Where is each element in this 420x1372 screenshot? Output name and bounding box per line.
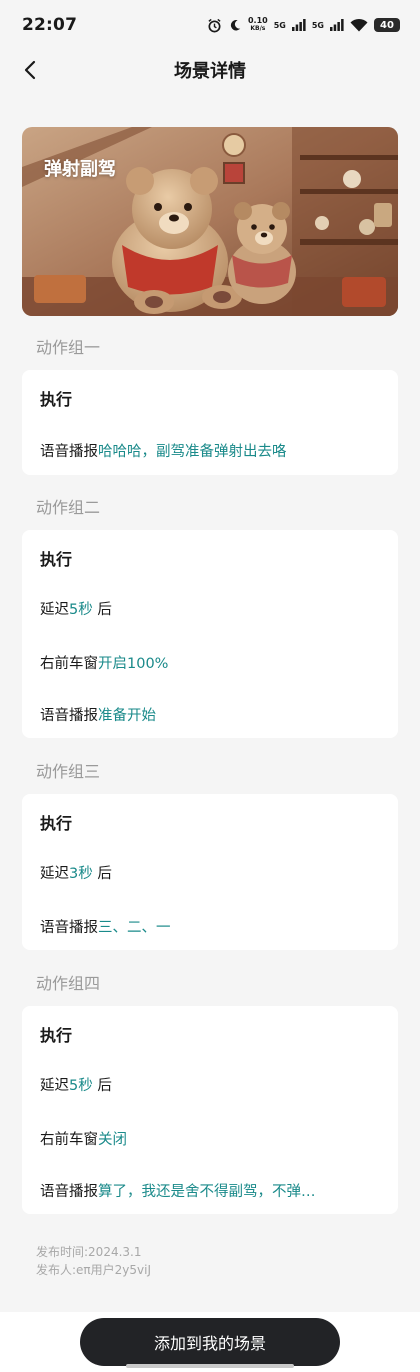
publish-time: 发布时间:2024.3.1 — [36, 1245, 142, 1259]
card-head: 执行 — [40, 550, 73, 569]
net-speed-unit: KB/s — [250, 25, 266, 32]
action-row: 语音播报准备开始 — [40, 704, 156, 725]
signal-icon — [330, 19, 344, 31]
group-label: 动作组一 — [36, 338, 101, 357]
action-type: 延迟 — [40, 1078, 69, 1094]
action-value: 5秒 — [69, 1078, 93, 1094]
alarm-icon — [207, 18, 222, 33]
home-indicator — [126, 1364, 294, 1368]
group-label: 动作组三 — [36, 762, 101, 781]
status-icons: 0.10 KB/s 5G 5G 40 — [207, 17, 400, 33]
action-type: 延迟 — [40, 602, 69, 618]
group-label: 动作组二 — [36, 498, 101, 517]
signal-icon — [291, 19, 306, 31]
action-type: 语音播报 — [40, 708, 98, 724]
action-value: 准备开始 — [98, 708, 156, 724]
action-suffix: 后 — [92, 866, 112, 882]
action-value: 哈哈哈，副驾准备弹射出去咯 — [98, 444, 287, 460]
card-head: 执行 — [40, 1026, 73, 1045]
card-head: 执行 — [40, 390, 73, 409]
action-row: 右前车窗开启100% — [40, 652, 168, 673]
battery-level: 40 — [380, 19, 394, 31]
action-value: 3秒 — [69, 866, 93, 882]
action-group-card: 执行 延迟5秒 后 右前车窗开启100% 语音播报准备开始 — [22, 530, 398, 738]
action-suffix: 后 — [92, 1078, 112, 1094]
net-speed: 0.10 KB/s — [248, 17, 268, 33]
action-row: 延迟3秒 后 — [40, 862, 112, 883]
action-type: 右前车窗 — [40, 656, 98, 672]
action-row: 语音播报三、二、一 — [40, 916, 171, 937]
action-group-card: 执行 延迟3秒 后 语音播报三、二、一 — [22, 794, 398, 950]
action-value: 开启100% — [98, 656, 169, 672]
action-row: 语音播报哈哈哈，副驾准备弹射出去咯 — [40, 440, 287, 461]
net-speed-value: 0.10 — [247, 16, 268, 25]
action-value: 5秒 — [69, 602, 93, 618]
action-group-card: 执行 语音播报哈哈哈，副驾准备弹射出去咯 — [22, 370, 398, 475]
action-row: 语音播报算了，我还是舍不得副驾，不弹… — [40, 1180, 340, 1201]
group-label: 动作组四 — [36, 974, 101, 993]
network-type-2: 5G — [311, 20, 324, 30]
network-type-1: 5G — [273, 20, 286, 30]
action-type: 语音播报 — [40, 920, 98, 936]
action-type: 语音播报 — [40, 444, 98, 460]
back-arrow-icon — [24, 60, 36, 80]
action-value: 算了，我还是舍不得副驾，不弹… — [98, 1184, 316, 1200]
action-value: 关闭 — [98, 1132, 127, 1148]
action-value: 三、二、一 — [98, 920, 171, 936]
status-time: 22:07 — [22, 15, 78, 35]
action-type: 右前车窗 — [40, 1132, 98, 1148]
action-row: 右前车窗关闭 — [40, 1128, 127, 1149]
page-title: 场景详情 — [174, 61, 246, 82]
battery-icon: 40 — [374, 18, 400, 32]
action-suffix: 后 — [92, 602, 112, 618]
action-group-card: 执行 延迟5秒 后 右前车窗关闭 语音播报算了，我还是舍不得副驾，不弹… — [22, 1006, 398, 1214]
action-row: 延迟5秒 后 — [40, 598, 112, 619]
nav-bar: 场景详情 — [0, 50, 420, 90]
add-to-my-scenes-button[interactable]: 添加到我的场景 — [80, 1318, 340, 1366]
moon-icon — [228, 18, 242, 32]
action-row: 延迟5秒 后 — [40, 1074, 112, 1095]
action-type: 延迟 — [40, 866, 69, 882]
action-type: 语音播报 — [40, 1184, 98, 1200]
publisher: 发布人:eπ用户2y5viJ — [36, 1263, 151, 1277]
status-bar: 22:07 0.10 KB/s 5G 5G 40 — [0, 0, 420, 50]
banner-title: 弹射副驾 — [44, 159, 116, 180]
card-head: 执行 — [40, 814, 73, 833]
wifi-icon — [350, 18, 368, 32]
add-button-label: 添加到我的场景 — [153, 1334, 266, 1353]
back-button[interactable] — [16, 56, 44, 84]
scene-banner: 弹射副驾 — [22, 127, 398, 316]
